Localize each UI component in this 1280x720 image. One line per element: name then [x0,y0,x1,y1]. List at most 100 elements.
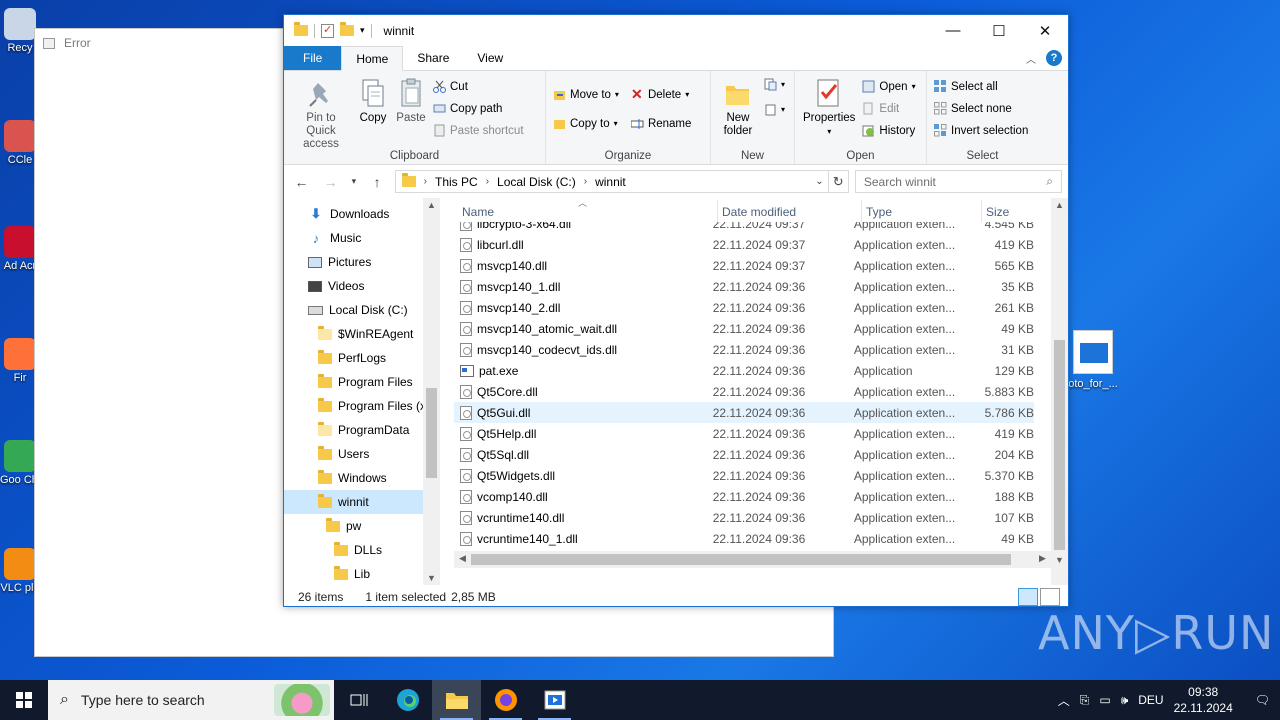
column-type[interactable]: Type [862,200,982,222]
file-row[interactable]: Qt5Gui.dll 22.11.2024 09:36 Application ex… [454,402,1034,423]
pin-to-quick-access-button[interactable]: Pin to Quick access [288,75,354,150]
search-input[interactable]: Search winnit ⌕ [854,170,1062,193]
firefox-icon[interactable] [481,680,530,720]
up-arrow-icon[interactable]: ↑ [366,174,389,190]
properties-button[interactable]: Properties ▾ [799,75,859,146]
explorer-titlebar[interactable]: ▾ winnit — ☐ ✕ [284,15,1068,46]
cut-button[interactable]: Cut [430,77,527,96]
tab-view[interactable]: View [463,46,517,70]
video-app-taskbar-icon[interactable] [530,680,579,720]
clock[interactable]: 09:38 22.11.2024 [1174,684,1233,716]
nav-item[interactable]: Lib [284,562,440,585]
volume-icon[interactable]: 🕪 [1121,693,1129,708]
large-icons-view-icon[interactable] [1040,588,1060,606]
address-bar[interactable]: › This PC › Local Disk (C:) › winnit ⌄ [394,170,829,193]
breadcrumb-separator-icon[interactable]: › [584,176,587,187]
scroll-up-icon[interactable]: ▲ [1051,200,1068,210]
nav-item[interactable]: Pictures [284,250,440,274]
breadcrumb-local-disk[interactable]: Local Disk (C:) [497,175,576,189]
file-row[interactable]: msvcp140_codecvt_ids.dll 22.11.2024 09:36… [454,339,1034,360]
select-all-button[interactable]: Select all [931,77,1031,96]
horizontal-scrollbar[interactable]: ◀ ▶ [454,551,1051,568]
quick-access-dropdown-icon[interactable]: ▾ [360,25,365,36]
file-row[interactable]: pat.exe 22.11.2024 09:36 Application 129 KB [454,360,1034,381]
nav-item[interactable]: pw [284,514,440,538]
recent-locations-chevron-icon[interactable]: ▾ [348,176,360,187]
nav-scroll-thumb[interactable] [426,388,437,478]
nav-item[interactable]: Program Files (x86) [284,394,440,418]
new-folder-quick-access-icon[interactable] [340,22,354,36]
delete-button[interactable]: ✕ Delete ▾ [628,85,694,104]
nav-item[interactable]: $WinREAgent [284,322,440,346]
nav-item[interactable]: winnit [284,490,440,514]
file-row[interactable]: Qt5Core.dll 22.11.2024 09:36 Application e… [454,381,1034,402]
nav-item[interactable]: DLLs [284,538,440,562]
invert-selection-button[interactable]: Invert selection [931,121,1031,140]
file-row[interactable]: vcruntime140_1.dll 22.11.2024 09:36 Applic… [454,528,1034,549]
notifications-icon[interactable]: 🗨 [1255,693,1270,707]
nav-item[interactable]: Program Files [284,370,440,394]
breadcrumb-separator-icon[interactable]: › [486,176,489,187]
nav-item[interactable]: Users [284,442,440,466]
file-row[interactable]: Qt5Sql.dll 22.11.2024 09:36 Application ex… [454,444,1034,465]
file-row[interactable]: msvcp140_atomic_wait.dll 22.11.2024 09:36… [454,318,1034,339]
file-explorer-taskbar-icon[interactable] [432,680,481,720]
history-button[interactable]: History [859,121,918,140]
new-item-button[interactable]: ▾ [761,75,788,94]
network-icon[interactable]: ▭ [1099,693,1110,707]
copy-to-button[interactable]: Copy to ▾ [550,114,622,133]
network-adapter-icon[interactable]: ⎘ [1080,693,1090,708]
collapse-ribbon-icon[interactable]: ︿ [1026,51,1036,66]
scroll-right-icon[interactable]: ▶ [1034,553,1051,564]
file-list[interactable]: ︿ Name Date modified Type Size libcrypto… [440,198,1068,585]
file-row[interactable]: vcomp140.dll 22.11.2024 09:36 Application … [454,486,1034,507]
file-row[interactable]: libcrypto-3-x64.dll 22.11.2024 09:37 Appli… [454,222,1034,234]
nav-item[interactable]: ⬇ Downloads [284,202,440,226]
vertical-scrollbar[interactable]: ▲ ▼ [1051,198,1068,585]
maximize-button[interactable]: ☐ [976,15,1022,46]
copy-button[interactable]: Copy [354,75,392,146]
nav-item[interactable]: Local Disk (C:) [284,298,440,322]
nav-item[interactable]: Videos [284,274,440,298]
nav-item[interactable]: PerfLogs [284,346,440,370]
close-button[interactable]: ✕ [1022,15,1068,46]
paste-shortcut-button[interactable]: Paste shortcut [430,121,527,140]
file-row[interactable]: msvcp140_2.dll 22.11.2024 09:36 Applicatio… [454,297,1034,318]
breadcrumb-separator-icon[interactable]: › [424,176,427,187]
scroll-left-icon[interactable]: ◀ [454,553,471,564]
nav-scrollbar[interactable]: ▲ ▼ [423,198,440,585]
file-row[interactable]: Qt5Widgets.dll 22.11.2024 09:36 Applicatio… [454,465,1034,486]
navigation-pane[interactable]: ⬇ Downloads ♪ Music Pictures Videos Local Disk… [284,198,440,585]
column-size[interactable]: Size [982,200,1054,222]
easy-access-button[interactable]: ▾ [761,100,788,119]
rename-button[interactable]: Rename [628,114,694,133]
file-explorer-window[interactable]: ▾ winnit — ☐ ✕ File Home Share View ︿ ? … [283,14,1069,607]
vertical-scroll-thumb[interactable] [1054,340,1065,550]
file-row[interactable]: Qt5Help.dll 22.11.2024 09:36 Application e… [454,423,1034,444]
edge-icon[interactable] [383,680,432,720]
back-arrow-icon[interactable]: ← [290,174,313,190]
column-date-modified[interactable]: Date modified [718,200,862,222]
details-view-icon[interactable] [1018,588,1038,606]
file-row[interactable]: msvcp140.dll 22.11.2024 09:37 Application … [454,255,1034,276]
paste-button[interactable]: Paste [392,75,430,146]
select-none-button[interactable]: Select none [931,99,1031,118]
file-row[interactable]: vcruntime140.dll 22.11.2024 09:36 Applicat… [454,507,1034,528]
help-icon[interactable]: ? [1046,50,1062,66]
breadcrumb-this-pc[interactable]: This PC [435,175,478,189]
tab-share[interactable]: Share [403,46,463,70]
scroll-down-icon[interactable]: ▼ [423,573,440,583]
task-view-icon[interactable] [334,680,383,720]
edit-button[interactable]: Edit [859,99,918,118]
nav-item[interactable]: Windows [284,466,440,490]
address-dropdown-icon[interactable]: ⌄ [815,176,823,187]
horizontal-scroll-thumb[interactable] [471,554,1011,565]
forward-arrow-icon[interactable]: → [319,174,342,190]
move-to-button[interactable]: Move to ▾ [550,85,622,104]
show-hidden-icons-chevron-icon[interactable]: ︿ [1058,692,1070,709]
tab-file[interactable]: File [284,46,342,70]
breadcrumb-winnit[interactable]: winnit [595,175,626,189]
taskbar-search[interactable]: ⌕ Type here to search [48,680,334,720]
file-row[interactable]: msvcp140_1.dll 22.11.2024 09:36 Applicatio… [454,276,1034,297]
refresh-icon[interactable]: ↻ [827,170,849,193]
